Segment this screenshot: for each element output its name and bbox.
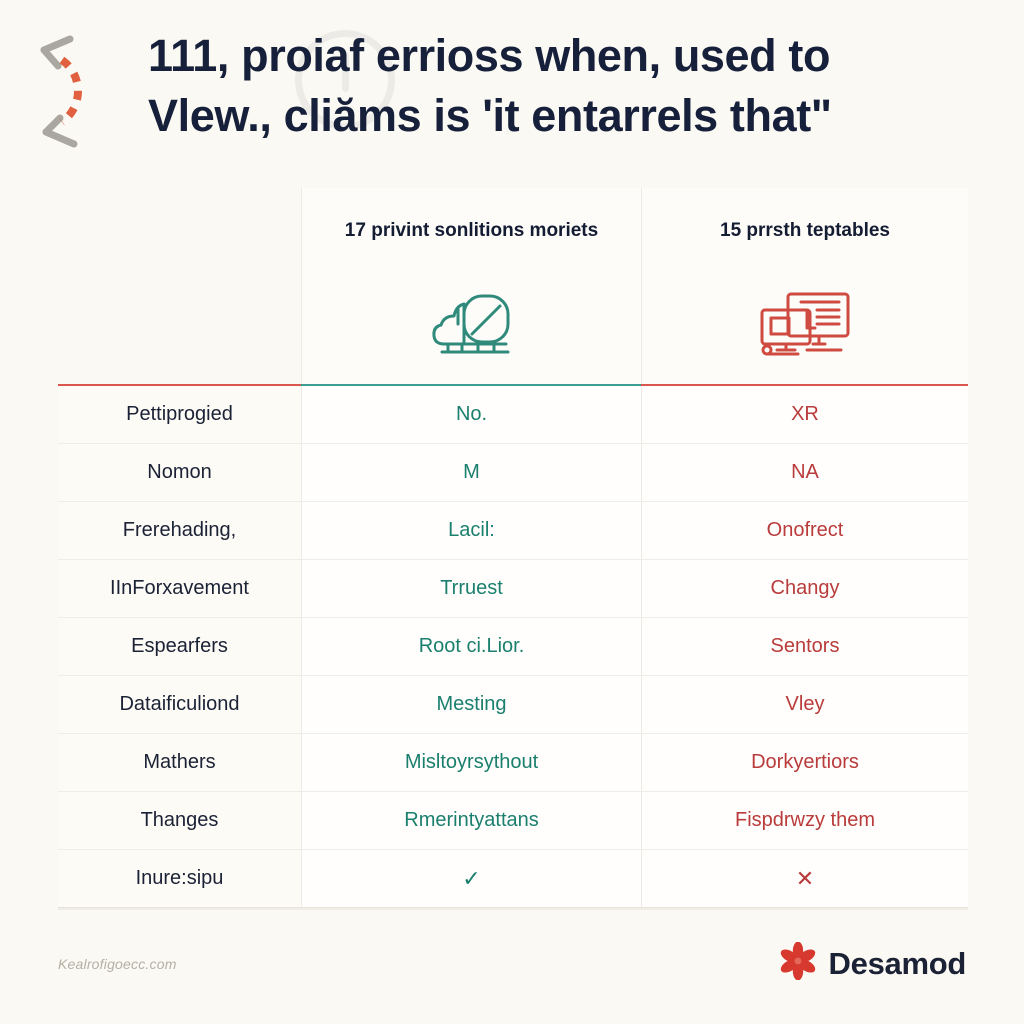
column-icon-a-cell (301, 274, 641, 384)
table-row: IInForxavement Trruest Changy (58, 560, 968, 618)
header-cell-blank (58, 188, 301, 274)
brand-name: Desamod (828, 945, 967, 981)
row-value-b: Vley (641, 676, 968, 734)
row-value-a: Misltoyrsythout (301, 734, 641, 792)
footer: Kealrofigoecc.com Desamod (0, 928, 1024, 1024)
row-label: IInForxavement (58, 560, 301, 618)
row-value-b: XR (641, 386, 968, 444)
row-label: Dataificuliond (58, 676, 301, 734)
table-bottom-border (58, 908, 968, 910)
table-row: Pettiprogied No. XR (58, 386, 968, 444)
row-label: Inure:sipu (58, 850, 301, 908)
row-value-a: Lacil: (301, 502, 641, 560)
comparison-infographic-page: 111, proiaf errioss when, used to Vlew.,… (0, 0, 1024, 1024)
table-row: Thanges Rmerintyattans Fispdrwzy them (58, 792, 968, 850)
row-value-b: Sentors (641, 618, 968, 676)
row-label: Thanges (58, 792, 301, 850)
row-label: Pettiprogied (58, 386, 301, 444)
table-row: Mathers Misltoyrsythout Dorkyertiors (58, 734, 968, 792)
table-row: Espearfers Root ci.Lior. Sentors (58, 618, 968, 676)
page-title-line-1: 111, proiaf errioss when, used to (148, 30, 831, 81)
table-header-row: 17 privint sonlitions moriets 15 prrsth … (58, 188, 968, 274)
row-value-b: Onofrect (641, 502, 968, 560)
dashed-arc-arrows-icon (22, 22, 132, 157)
comparison-table: 17 privint sonlitions moriets 15 prrsth … (58, 188, 968, 910)
table-icon-row (58, 274, 968, 384)
table-body: Pettiprogied No. XR Nomon M NA Frerehading, Lac… (58, 386, 968, 908)
red-lineart-monitors-icon (755, 288, 855, 370)
row-value-a: Trruest (301, 560, 641, 618)
table-row: Dataificuliond Mesting Vley (58, 676, 968, 734)
row-label: Espearfers (58, 618, 301, 676)
row-value-b: Changy (641, 560, 968, 618)
table-row: Inure:sipu ✓ ✕ (58, 850, 968, 908)
table-row: Nomon M NA (58, 444, 968, 502)
row-value-b: ✕ (641, 850, 968, 908)
row-label: Nomon (58, 444, 301, 502)
row-value-a: Root ci.Lior. (301, 618, 641, 676)
teal-lineart-object-icon (424, 288, 520, 370)
header: 111, proiaf errioss when, used to Vlew.,… (0, 0, 1024, 180)
brand-logo: Desamod (779, 941, 967, 985)
red-flower-logo-icon (779, 941, 817, 985)
page-title-line-2: Vlew., cliăms is 'it entarrels that" (148, 89, 832, 141)
row-value-b: Dorkyertiors (641, 734, 968, 792)
row-label: Frerehading, (58, 502, 301, 560)
page-title: 111, proiaf errioss when, used to Vlew.,… (148, 26, 938, 146)
row-value-a: Mesting (301, 676, 641, 734)
column-header-b: 15 prrsth teptables (641, 188, 968, 274)
table-row: Frerehading, Lacil: Onofrect (58, 502, 968, 560)
row-value-b: NA (641, 444, 968, 502)
row-value-a: M (301, 444, 641, 502)
source-url[interactable]: Kealrofigoecc.com (58, 956, 177, 972)
row-label: Mathers (58, 734, 301, 792)
icon-cell-blank (58, 274, 301, 384)
column-header-a: 17 privint sonlitions moriets (301, 188, 641, 274)
row-value-a: No. (301, 386, 641, 444)
row-value-b: Fispdrwzy them (641, 792, 968, 850)
row-value-a: Rmerintyattans (301, 792, 641, 850)
row-value-a: ✓ (301, 850, 641, 908)
column-icon-b-cell (641, 274, 968, 384)
